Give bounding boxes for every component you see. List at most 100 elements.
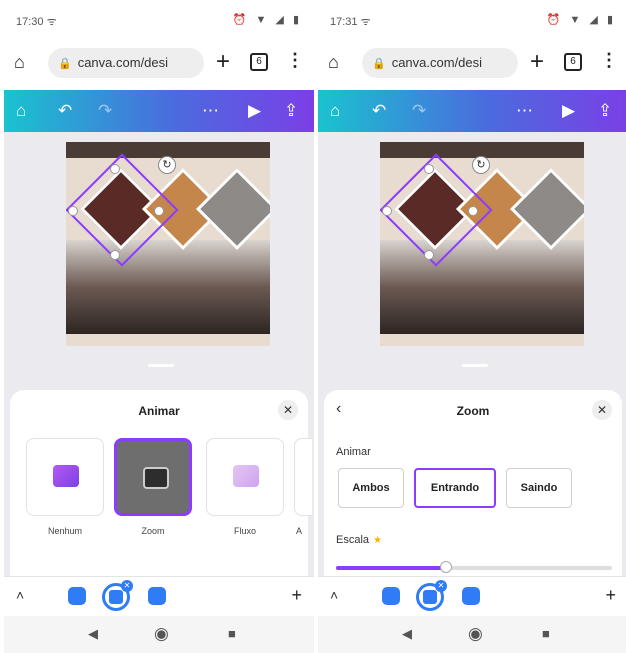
scale-label: Escala ★	[336, 534, 382, 546]
remove-icon[interactable]: ✕	[435, 580, 447, 592]
share-icon[interactable]: ⇪	[284, 101, 298, 121]
resize-handle[interactable]	[468, 206, 478, 216]
status-time: 17:31 ᯤ	[330, 16, 371, 28]
animate-sheet: Animar ✕ Nenhum Zoom Fluxo A	[10, 390, 312, 576]
nav-back-icon[interactable]: ◀	[402, 626, 412, 642]
browser-bar: ⌂ 🔒 canva.com/desi + 6 ⋮	[4, 36, 314, 90]
choice-entering-button[interactable]: Entrando	[414, 468, 496, 508]
animate-section-label: Animar	[336, 446, 371, 458]
android-nav-bar: ◀ ◉ ■	[318, 616, 626, 653]
editor-toolbar: ⌂ ↶ ↷ ⋯ ▶ ⇪	[4, 90, 314, 132]
canva-home-icon[interactable]: ⌂	[16, 101, 26, 121]
animation-option-flow[interactable]	[206, 438, 284, 516]
status-bar: 17:31 ᯤ ⏰ ▼ ◢ ▮	[318, 0, 626, 36]
add-page-icon[interactable]: +	[291, 585, 302, 606]
new-tab-icon[interactable]: +	[216, 48, 230, 76]
undo-icon[interactable]: ↶	[58, 101, 72, 121]
design-page[interactable]: ↻	[66, 142, 270, 346]
graduates-photo[interactable]	[380, 240, 584, 334]
phone-right: 17:31 ᯤ ⏰ ▼ ◢ ▮ ⌂ 🔒 canva.com/desi + 6 ⋮ …	[318, 0, 626, 653]
resize-handle[interactable]	[382, 206, 392, 216]
home-icon[interactable]: ⌂	[14, 52, 25, 73]
undo-icon[interactable]: ↶	[372, 101, 386, 121]
url-field[interactable]: 🔒 canva.com/desi	[48, 48, 204, 78]
scale-label-text: Escala	[336, 534, 370, 546]
url-field[interactable]: 🔒 canva.com/desi	[362, 48, 518, 78]
option-label: A	[296, 526, 303, 536]
redo-icon[interactable]: ↷	[98, 101, 112, 121]
phone-left: 17:30 ᯤ ⏰ ▼ ◢ ▮ ⌂ 🔒 canva.com/desi + 6 ⋮ …	[4, 0, 314, 653]
rotate-icon[interactable]: ↻	[472, 156, 490, 174]
nav-recents-icon[interactable]: ■	[542, 626, 550, 641]
status-bar: 17:30 ᯤ ⏰ ▼ ◢ ▮	[4, 0, 314, 36]
page-thumb[interactable]	[148, 587, 166, 605]
share-icon[interactable]: ⇪	[598, 101, 612, 121]
resize-handle[interactable]	[154, 206, 164, 216]
browser-menu-icon[interactable]: ⋮	[286, 50, 304, 71]
add-page-icon[interactable]: +	[605, 585, 616, 606]
option-label: Nenhum	[47, 526, 83, 536]
photo-frame-kitchen[interactable]	[509, 167, 584, 251]
scale-slider-fill	[336, 566, 447, 570]
page-thumb[interactable]	[462, 587, 480, 605]
scale-slider[interactable]	[336, 561, 612, 573]
zoom-sheet: ‹ Zoom ✕ Animar Ambos Entrando Saindo Es…	[324, 390, 622, 576]
browser-bar: ⌂ 🔒 canva.com/desi + 6 ⋮	[318, 36, 626, 90]
page-thumb-active[interactable]: ✕	[102, 580, 133, 611]
animation-option-none[interactable]	[26, 438, 104, 516]
resize-handle[interactable]	[110, 250, 120, 260]
rotate-icon[interactable]: ↻	[158, 156, 176, 174]
resize-handle[interactable]	[424, 164, 434, 174]
choice-both-button[interactable]: Ambos	[338, 468, 404, 508]
photo-frame-kitchen[interactable]	[195, 167, 270, 251]
sheet-drag-handle[interactable]	[462, 364, 488, 367]
play-icon[interactable]: ▶	[248, 101, 261, 121]
resize-handle[interactable]	[110, 164, 120, 174]
play-icon[interactable]: ▶	[562, 101, 575, 121]
caret-up-icon[interactable]: ˄	[330, 587, 338, 603]
scale-slider-thumb[interactable]	[440, 561, 453, 573]
redo-icon[interactable]: ↷	[412, 101, 426, 121]
home-icon[interactable]: ⌂	[328, 52, 339, 73]
new-tab-icon[interactable]: +	[530, 48, 544, 76]
flow-icon	[233, 465, 259, 487]
choice-exiting-button[interactable]: Saindo	[506, 468, 572, 508]
close-icon[interactable]: ✕	[592, 400, 612, 420]
premium-star-icon: ★	[373, 535, 382, 546]
page-thumb[interactable]	[68, 587, 86, 605]
sheet-title: Animar	[138, 404, 180, 418]
resize-handle[interactable]	[68, 206, 78, 216]
more-icon[interactable]: ⋯	[202, 101, 219, 121]
graduates-photo[interactable]	[66, 240, 270, 334]
nav-recents-icon[interactable]: ■	[228, 626, 236, 641]
canvas-area: ↻	[4, 132, 314, 372]
zoom-icon	[143, 467, 169, 489]
option-label: Zoom	[141, 526, 165, 536]
resize-handle[interactable]	[424, 250, 434, 260]
design-page[interactable]: ↻	[380, 142, 584, 346]
nav-home-icon[interactable]: ◉	[154, 624, 169, 644]
url-text: canva.com/desi	[77, 55, 169, 70]
animation-option-partial[interactable]	[294, 438, 312, 516]
close-icon[interactable]: ✕	[278, 400, 298, 420]
nav-home-icon[interactable]: ◉	[468, 624, 483, 644]
caret-up-icon[interactable]: ˄	[16, 587, 24, 603]
tab-count-button[interactable]: 6	[564, 53, 582, 71]
browser-menu-icon[interactable]: ⋮	[600, 50, 618, 71]
more-icon[interactable]: ⋯	[516, 101, 533, 121]
editor-toolbar: ⌂ ↶ ↷ ⋯ ▶ ⇪	[318, 90, 626, 132]
status-icons: ⏰ ▼ ◢ ▮	[546, 14, 616, 26]
option-label: Fluxo	[233, 526, 256, 536]
tab-count-button[interactable]: 6	[250, 53, 268, 71]
animation-option-zoom[interactable]	[114, 438, 192, 516]
page-thumb[interactable]	[382, 587, 400, 605]
nav-back-icon[interactable]: ◀	[88, 626, 98, 642]
page-thumb-active[interactable]: ✕	[416, 580, 447, 611]
page-bar: ˄ ✕ +	[4, 576, 314, 616]
sheet-title: Zoom	[456, 404, 490, 418]
remove-icon[interactable]: ✕	[121, 580, 133, 592]
sheet-drag-handle[interactable]	[148, 364, 174, 367]
url-text: canva.com/desi	[391, 55, 483, 70]
canva-home-icon[interactable]: ⌂	[330, 101, 340, 121]
status-icons: ⏰ ▼ ◢ ▮	[232, 14, 302, 26]
